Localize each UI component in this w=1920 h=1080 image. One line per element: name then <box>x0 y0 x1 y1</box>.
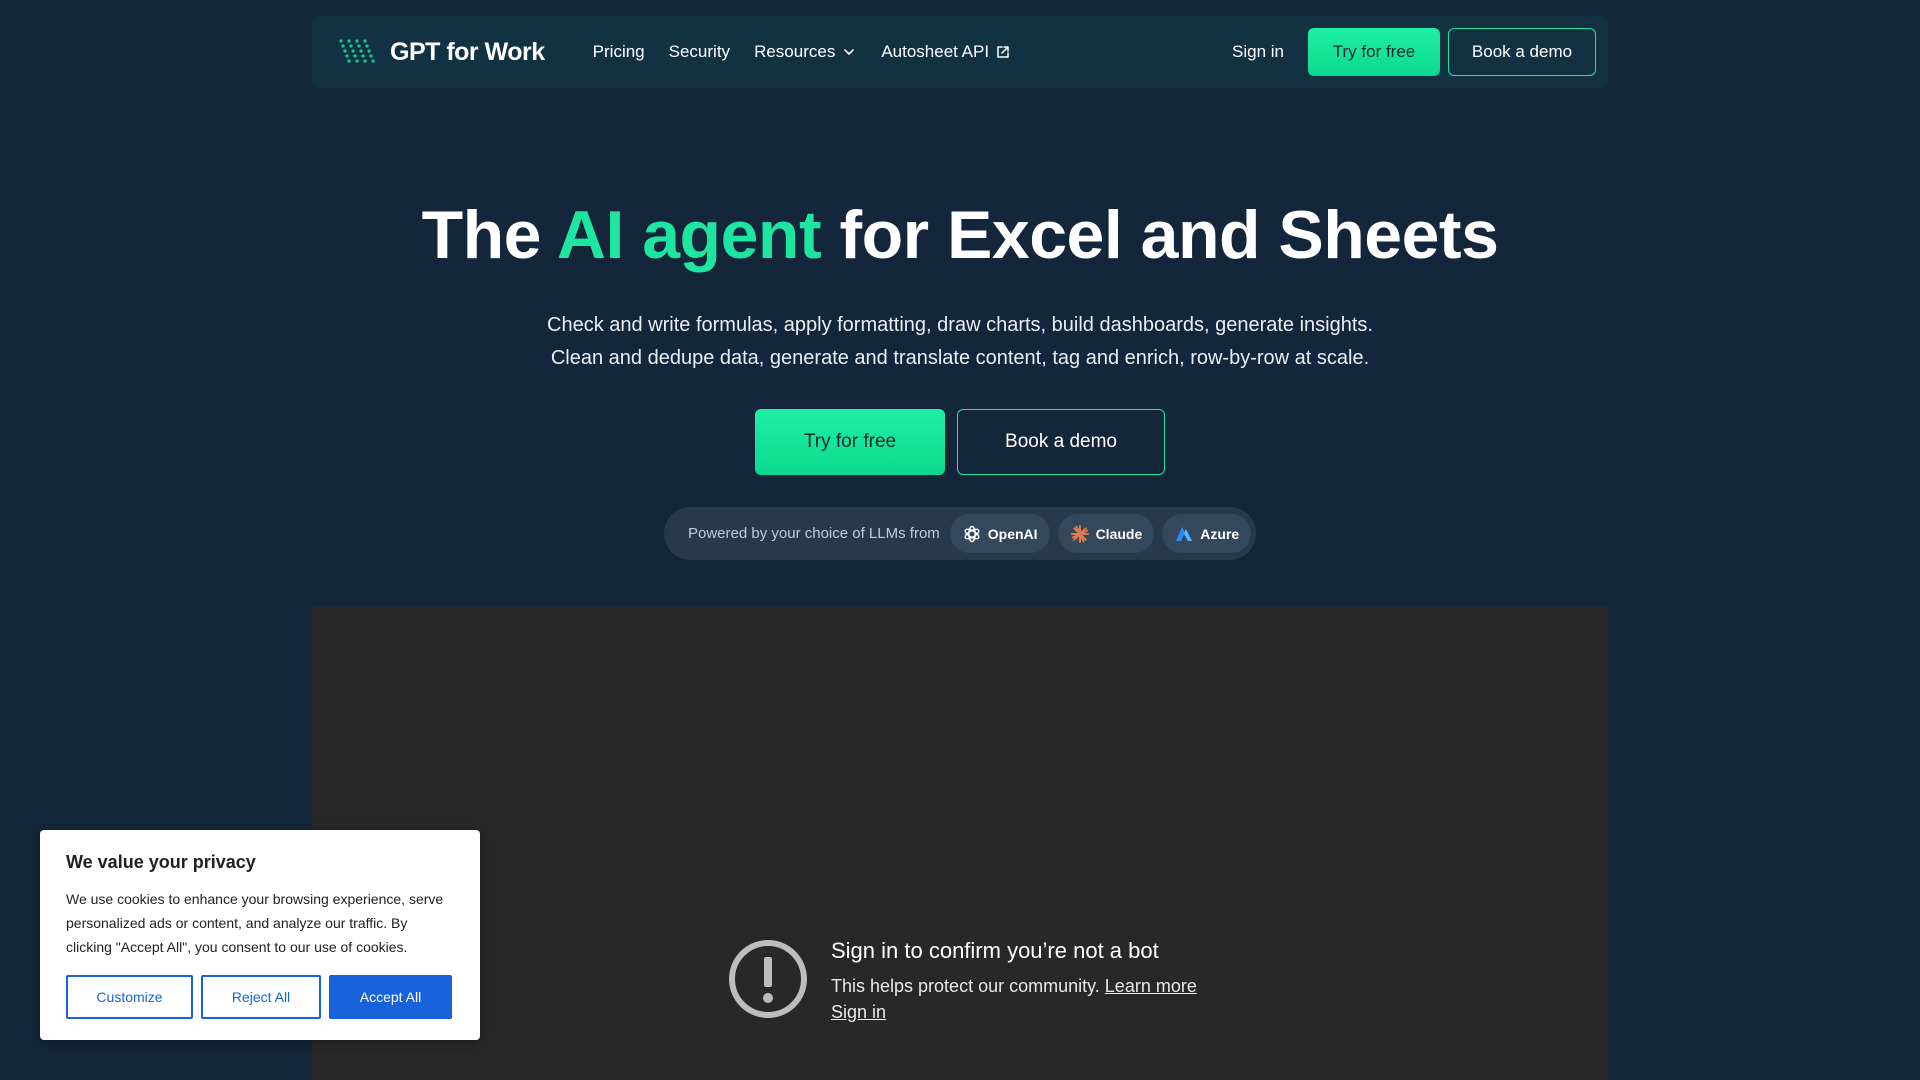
bot-check-text: Sign in to confirm you’re not a bot This… <box>831 929 1197 1023</box>
nav-link-resources[interactable]: Resources <box>754 42 857 62</box>
logo-text: GPT for Work <box>390 37 545 66</box>
external-link-icon <box>997 46 1009 58</box>
cookie-title: We value your privacy <box>66 852 256 872</box>
llm-chip-openai: OpenAI <box>949 514 1050 553</box>
nav-book-demo-button[interactable]: Book a demo <box>1448 28 1596 76</box>
hero-cta-group: Try for free Book a demo <box>0 409 1920 475</box>
nav-link-label: Pricing <box>592 42 645 61</box>
hero-title-accent: AI agent <box>556 197 822 273</box>
openai-icon <box>964 525 980 542</box>
top-navigation: GPT for Work Pricing Security Resources … <box>312 16 1608 88</box>
hero-subtitle: Check and write formulas, apply formatti… <box>0 309 1920 375</box>
logo-icon <box>339 39 375 63</box>
nav-actions: Sign in Try for free Book a demo <box>1232 28 1596 76</box>
cookie-consent-banner: We value your privacy We use cookies to … <box>40 830 480 1040</box>
cookie-accept-all-button[interactable]: Accept All <box>329 975 452 1019</box>
bot-check-title: Sign in to confirm you’re not a bot <box>831 938 1159 963</box>
nav-link-autosheet-api[interactable]: Autosheet API <box>881 42 1011 62</box>
alert-circle-icon <box>729 940 807 1018</box>
nav-link-pricing[interactable]: Pricing <box>593 42 645 62</box>
cookie-buttons: Customize Reject All Accept All <box>66 975 454 1019</box>
llm-chip-azure: Azure <box>1162 514 1252 553</box>
chevron-down-icon <box>844 49 855 55</box>
cookie-description: We use cookies to enhance your browsing … <box>66 891 444 955</box>
hero-title: The AI agent for Excel and Sheets <box>0 196 1920 274</box>
logo[interactable]: GPT for Work <box>338 37 545 67</box>
cookie-customize-button[interactable]: Customize <box>66 975 193 1019</box>
nav-try-free-button[interactable]: Try for free <box>1308 28 1440 76</box>
llm-chip-claude: Claude <box>1057 514 1155 553</box>
llm-providers-text: Powered by your choice of LLMs from <box>688 525 940 542</box>
nav-link-label: Resources <box>754 42 836 61</box>
hero-title-start: The <box>421 197 557 273</box>
nav-link-label: Security <box>668 42 731 61</box>
hero-title-end: for Excel and Sheets <box>821 197 1499 273</box>
bot-check-notice: Sign in to confirm you’re not a bot This… <box>727 929 1197 1023</box>
nav-link-label: Autosheet API <box>881 42 990 61</box>
hero-try-free-button[interactable]: Try for free <box>755 409 945 475</box>
bot-check-description: This helps protect our community. Learn … <box>831 976 1197 997</box>
cookie-reject-all-button[interactable]: Reject All <box>201 975 321 1019</box>
llm-providers-bar: Powered by your choice of LLMs from Open… <box>664 507 1256 560</box>
azure-icon <box>1176 526 1193 541</box>
llm-chip-label: Azure <box>1200 525 1240 542</box>
claude-icon <box>1070 524 1089 543</box>
nav-link-security[interactable]: Security <box>669 42 730 62</box>
llm-chip-label: OpenAI <box>987 525 1038 542</box>
bot-check-description-text: This helps protect our community. <box>831 976 1100 996</box>
video-sign-in-link[interactable]: Sign in <box>831 1002 1197 1023</box>
video-embed[interactable]: Sign in to confirm you’re not a bot This… <box>312 607 1608 1080</box>
nav-links: Pricing Security Resources Autosheet API <box>593 42 1011 62</box>
sign-in-link[interactable]: Sign in <box>1232 42 1284 62</box>
hero-book-demo-button[interactable]: Book a demo <box>957 409 1165 475</box>
learn-more-link[interactable]: Learn more <box>1105 976 1197 996</box>
hero-subtitle-line-2: Clean and dedupe data, generate and tran… <box>550 347 1370 369</box>
hero-subtitle-line-1: Check and write formulas, apply formatti… <box>547 314 1373 336</box>
llm-chip-label: Claude <box>1095 525 1143 542</box>
